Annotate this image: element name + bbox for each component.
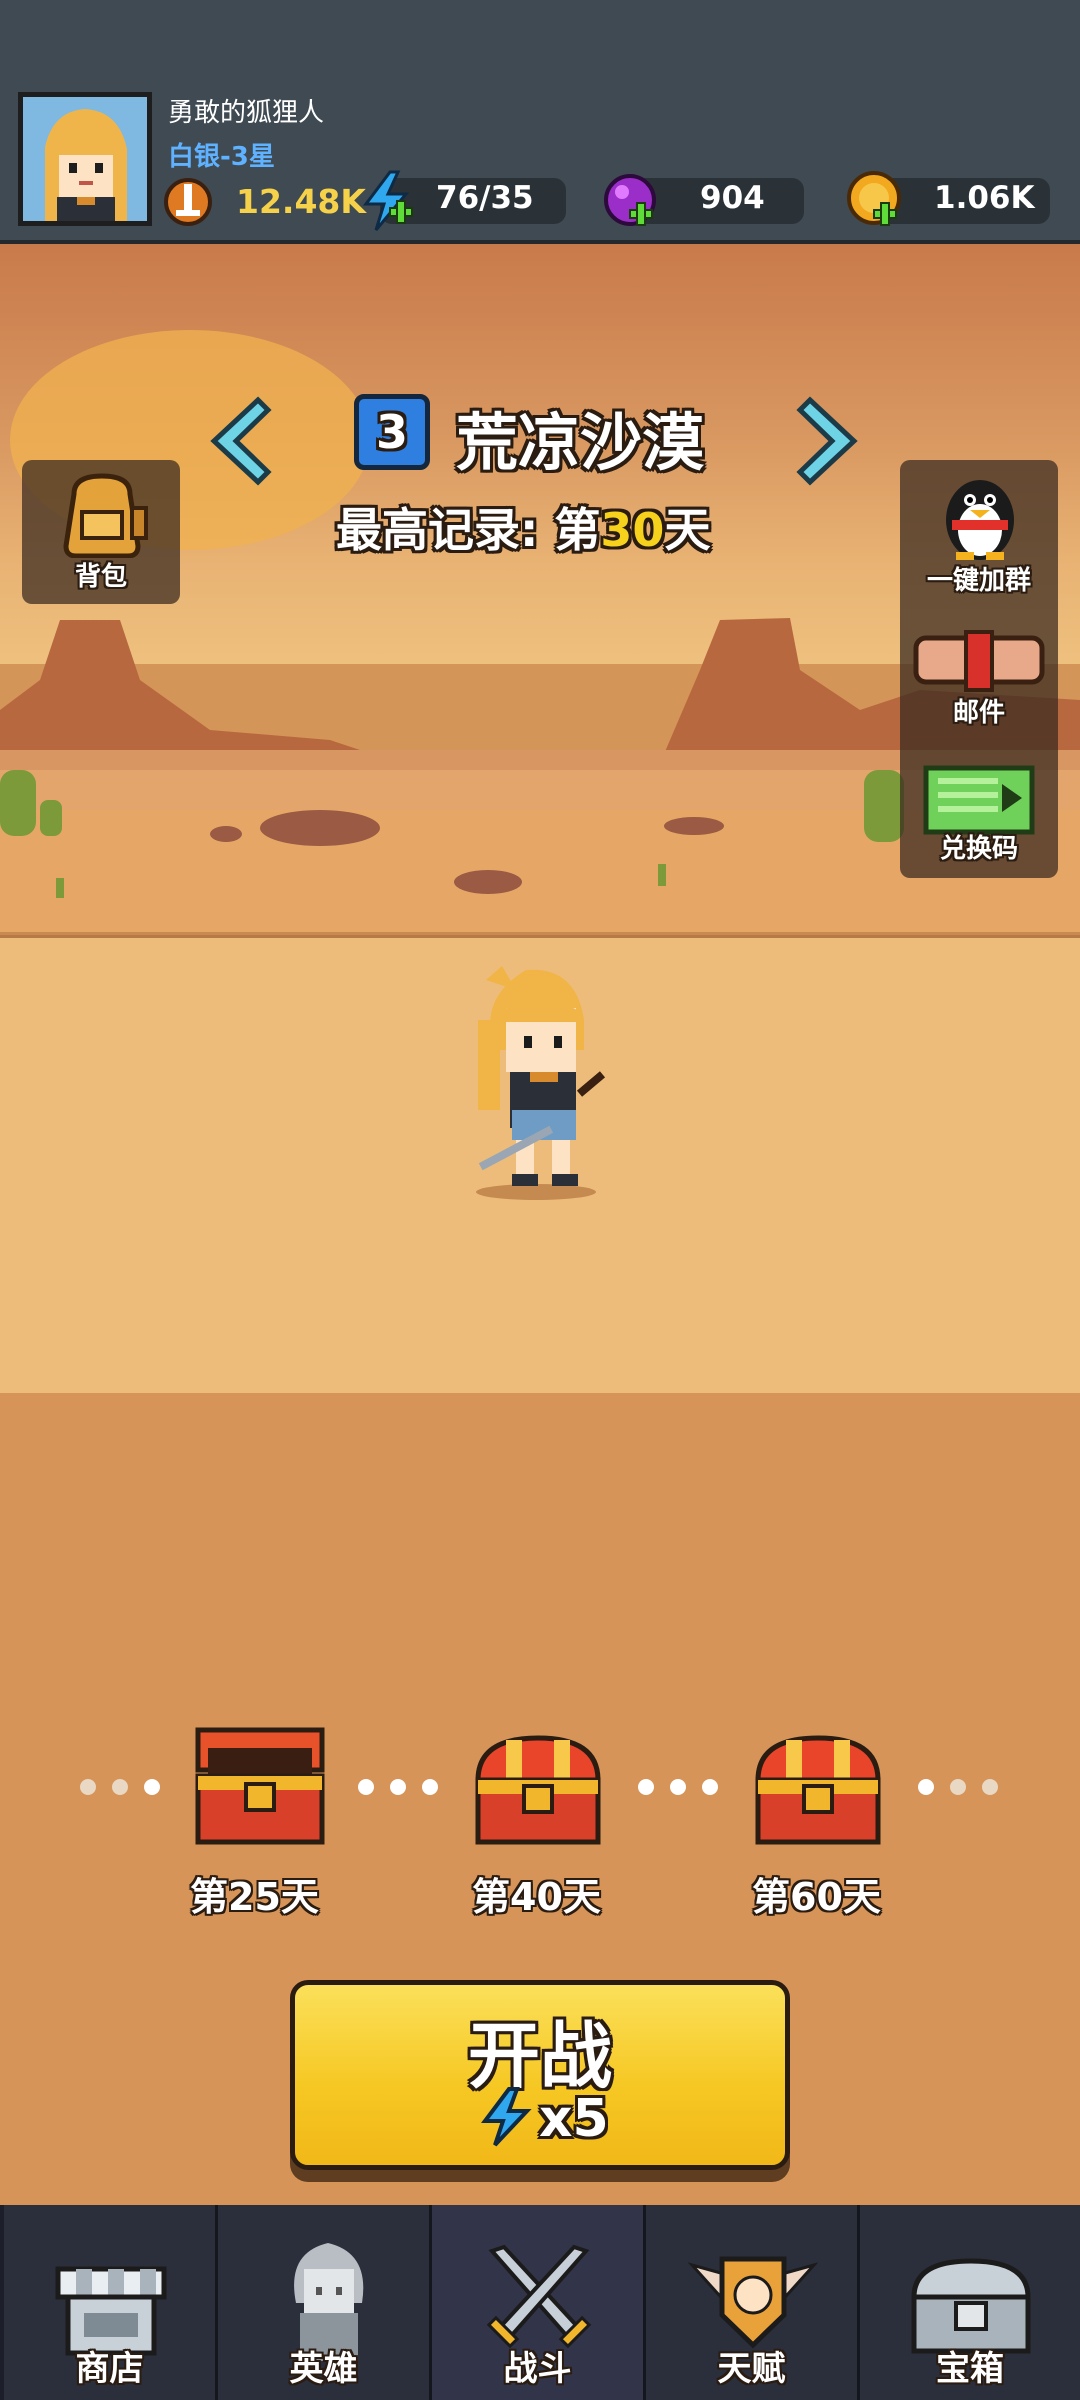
nav-label-battle: 战斗 <box>503 2349 572 2389</box>
prev-stage-arrow-icon[interactable] <box>206 396 272 486</box>
milestone-label-25: 第25天 <box>190 1875 319 1919</box>
energy-plus-icon[interactable] <box>360 170 416 232</box>
join-group-button[interactable]: 一键加群 <box>900 466 1058 596</box>
progress-dot <box>950 1779 966 1795</box>
mail-button[interactable]: 邮件 <box>900 620 1058 732</box>
gems-value: 904 <box>700 180 765 216</box>
winged-fist-icon <box>688 2256 818 2349</box>
nav-label-heroes: 英雄 <box>289 2349 358 2389</box>
chest-icon <box>755 1735 881 1845</box>
record-prefix: 最高记录: 第 <box>336 503 601 557</box>
progress-dot <box>390 1779 406 1795</box>
record-suffix: 天 <box>664 503 711 557</box>
hero-character <box>476 966 606 1200</box>
mail-label: 邮件 <box>952 698 1005 728</box>
crossed-swords-icon <box>486 2244 592 2349</box>
backpack-label: 背包 <box>74 562 127 592</box>
nav-tab-shop[interactable]: 商店 <box>4 2205 218 2400</box>
redeem-code-button[interactable]: 兑换码 <box>900 756 1058 872</box>
next-stage-arrow-icon[interactable] <box>796 396 862 486</box>
progress-dot <box>80 1779 96 1795</box>
redeem-code-label: 兑换码 <box>939 834 1018 864</box>
stage-number-badge: 3 <box>354 394 430 470</box>
progress-dot <box>112 1779 128 1795</box>
mail-scroll-icon <box>913 630 1045 692</box>
progress-dot <box>144 1779 160 1795</box>
start-battle-label: 开战 <box>467 2014 612 2098</box>
open-chest-icon <box>195 1727 325 1845</box>
hero-portrait-icon <box>23 97 147 221</box>
join-group-label: 一键加群 <box>926 566 1031 596</box>
stage-name: 荒凉沙漠 <box>456 406 705 479</box>
gem-plus-icon[interactable] <box>600 170 662 232</box>
bottom-nav: 商店 英雄 战斗 天赋 宝箱 <box>0 2205 1080 2400</box>
milestone-chest-40[interactable] <box>470 1730 606 1850</box>
milestone-label-60: 第60天 <box>752 1875 881 1919</box>
backpack-button[interactable]: 背包 <box>22 460 180 604</box>
nav-label-chest: 宝箱 <box>936 2349 1004 2389</box>
nav-label-talent: 天赋 <box>717 2349 786 2389</box>
power-value: 12.48K <box>236 182 366 221</box>
player-name: 勇敢的狐狸人 <box>168 98 325 128</box>
backpack-icon <box>63 473 148 558</box>
energy-cost-icon <box>479 2087 533 2147</box>
progress-dot <box>702 1779 718 1795</box>
top-status-bar: 勇敢的狐狸人 白银-3星 12.48K 76/35 904 1.06K <box>0 0 1080 244</box>
player-rank: 白银-3星 <box>168 142 275 172</box>
player-avatar[interactable] <box>18 92 152 226</box>
milestone-chest-opened[interactable] <box>190 1722 330 1852</box>
nav-tab-chest[interactable]: 宝箱 <box>860 2205 1080 2400</box>
stage-number: 3 <box>375 405 408 459</box>
nav-tab-heroes[interactable]: 英雄 <box>218 2205 432 2400</box>
milestone-chest-60[interactable] <box>750 1730 886 1850</box>
coin-plus-icon[interactable] <box>844 168 906 232</box>
energy-cost-value: x5 <box>539 2089 609 2149</box>
chest-icon <box>475 1735 601 1845</box>
progress-dot <box>638 1779 654 1795</box>
nav-tab-talent[interactable]: 天赋 <box>646 2205 860 2400</box>
record-value: 30 <box>600 503 665 557</box>
coins-value: 1.06K <box>934 180 1035 216</box>
treasure-chest-icon <box>911 2258 1031 2354</box>
nav-tab-battle[interactable]: 战斗 <box>432 2205 646 2400</box>
best-record: 最高记录: 第30天 <box>336 494 710 560</box>
progress-dot <box>982 1779 998 1795</box>
power-icon <box>162 176 214 228</box>
milestone-label-40: 第40天 <box>472 1875 601 1919</box>
progress-dot <box>358 1779 374 1795</box>
progress-dot <box>422 1779 438 1795</box>
energy-value: 76/35 <box>436 180 534 216</box>
penguin-icon <box>946 480 1014 560</box>
start-battle-button[interactable]: 开战 x5 <box>290 1980 790 2170</box>
redeem-ticket-icon <box>923 765 1035 835</box>
progress-dot <box>670 1779 686 1795</box>
nav-label-shop: 商店 <box>75 2349 144 2389</box>
progress-dot <box>918 1779 934 1795</box>
